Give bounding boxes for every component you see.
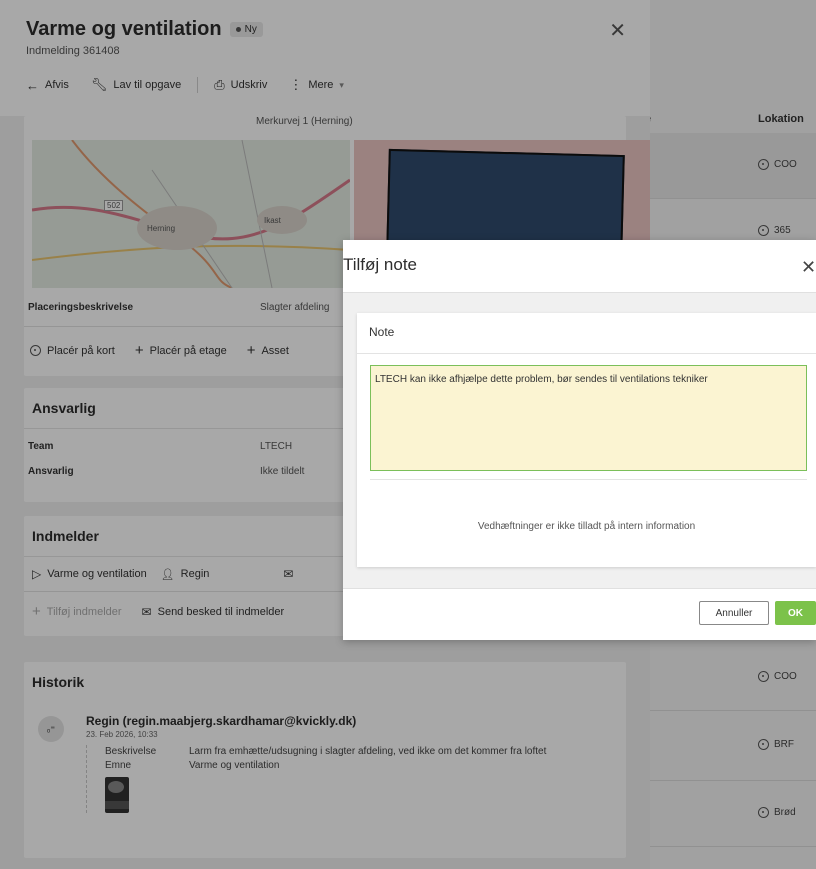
add-note-dialog: Tilføj note ✕ Note LTECH kan ikke afhjæl… bbox=[343, 240, 816, 640]
dialog-title: Tilføj note bbox=[343, 255, 418, 274]
divider bbox=[370, 479, 807, 480]
ok-button[interactable]: OK bbox=[775, 601, 816, 625]
note-textarea[interactable]: LTECH kan ikke afhjælpe dette problem, b… bbox=[370, 365, 807, 471]
close-dialog-icon[interactable]: ✕ bbox=[801, 257, 816, 278]
note-label: Note bbox=[369, 325, 395, 339]
divider bbox=[357, 353, 816, 354]
dialog-footer: Annuller OK bbox=[343, 588, 816, 640]
dialog-body: Note LTECH kan ikke afhjælpe dette probl… bbox=[343, 292, 816, 588]
attachments-info: Vedhæftninger er ikke tilladt på intern … bbox=[477, 521, 696, 532]
note-card: Note LTECH kan ikke afhjælpe dette probl… bbox=[357, 313, 816, 567]
cancel-button[interactable]: Annuller bbox=[699, 601, 769, 625]
